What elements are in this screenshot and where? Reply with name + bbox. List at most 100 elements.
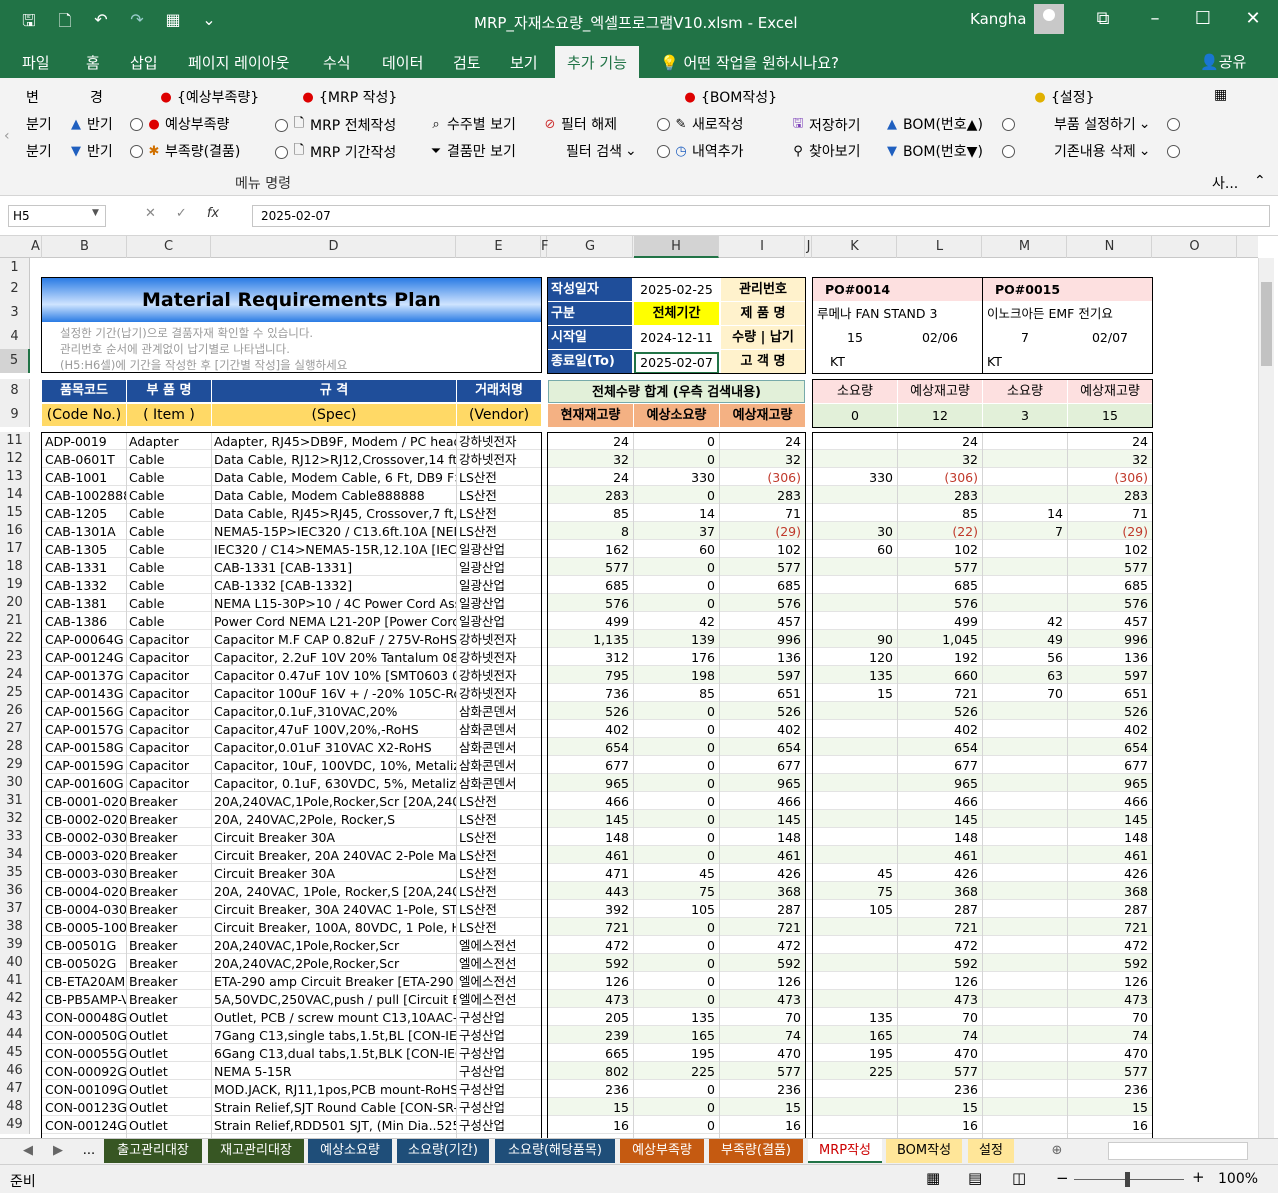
row-header[interactable]: 40: [0, 954, 30, 972]
row-header[interactable]: 4: [0, 325, 30, 349]
row-header[interactable]: 47: [0, 1080, 30, 1098]
zoom-slider-thumb[interactable]: [1125, 1172, 1130, 1187]
form-icon[interactable]: ▦: [162, 10, 184, 37]
next-sheet-icon[interactable]: ▶: [48, 1139, 68, 1163]
part-setting-button[interactable]: 부품 설정하기 ⌄: [1054, 114, 1181, 134]
missing-only-button[interactable]: ⏷ 결품만 보기: [428, 141, 516, 161]
minimize-icon[interactable]: –: [1140, 8, 1170, 29]
save-icon[interactable]: 🖫: [18, 10, 40, 37]
zoom-in-icon[interactable]: +: [1192, 1168, 1205, 1186]
worksheet-grid[interactable]: ABCDEFGHIJKLMNO 1 2 3 4 5 8 9 11 12 13 14 15 16 17 18 1…: [0, 236, 1278, 1138]
half-up-button[interactable]: ▲ 반기: [68, 114, 113, 134]
page-break-view-icon[interactable]: ◫: [1012, 1169, 1026, 1187]
row-header[interactable]: 46: [0, 1062, 30, 1080]
column-header[interactable]: M: [983, 236, 1067, 258]
row-header[interactable]: 8: [0, 379, 30, 403]
row-header[interactable]: 38: [0, 918, 30, 936]
tab-insert[interactable]: 삽입: [130, 52, 158, 73]
row-header[interactable]: 39: [0, 936, 30, 954]
sheet-tab[interactable]: 재고관리대장: [208, 1139, 304, 1163]
enter-icon[interactable]: ✓: [176, 206, 187, 221]
shortage-button[interactable]: ● 예상부족량: [130, 114, 229, 134]
find-button[interactable]: ⚲ 찾아보기: [790, 141, 860, 161]
mrp-full-button[interactable]: 🗋 MRP 전체작성: [275, 114, 396, 136]
row-header[interactable]: 15: [0, 504, 30, 522]
column-header[interactable]: F: [541, 236, 548, 258]
row-header[interactable]: 27: [0, 720, 30, 738]
row-header[interactable]: 11: [0, 432, 30, 450]
row-header[interactable]: 13: [0, 468, 30, 486]
prev-sheet-icon[interactable]: ◀: [18, 1139, 38, 1163]
row-header[interactable]: 32: [0, 810, 30, 828]
scroll-thumb[interactable]: [1261, 282, 1272, 366]
undo-icon[interactable]: ↶: [90, 10, 112, 37]
scroll-left-icon[interactable]: ‹: [4, 128, 10, 144]
row-header[interactable]: 21: [0, 612, 30, 630]
sheet-tab[interactable]: ...: [78, 1139, 100, 1163]
order-view-button[interactable]: ⌕ 수주별 보기: [428, 114, 516, 134]
row-header[interactable]: 37: [0, 900, 30, 918]
column-header[interactable]: D: [212, 236, 456, 258]
tab-data[interactable]: 데이터: [382, 52, 423, 73]
half-down-button[interactable]: ▼ 반기: [68, 141, 113, 161]
row-header[interactable]: 5: [0, 349, 30, 373]
tab-addins[interactable]: 추가 기능: [555, 46, 639, 78]
row-header[interactable]: 22: [0, 630, 30, 648]
filter-clear-button[interactable]: ⊘ 필터 해제: [542, 114, 617, 134]
vertical-scrollbar[interactable]: [1258, 258, 1274, 1138]
horizontal-scrollbar[interactable]: [1108, 1142, 1248, 1160]
column-header[interactable]: A: [30, 236, 42, 258]
tab-file[interactable]: 파일: [22, 52, 50, 73]
row-header[interactable]: 29: [0, 756, 30, 774]
redo-icon[interactable]: ↷: [126, 10, 148, 37]
column-header[interactable]: I: [720, 236, 805, 258]
tab-page-layout[interactable]: 페이지 레이아웃: [188, 52, 289, 73]
row-header[interactable]: 25: [0, 684, 30, 702]
filter-search-button[interactable]: 필터 검색 ⌄: [566, 141, 637, 161]
row-header[interactable]: 14: [0, 486, 30, 504]
maximize-icon[interactable]: ☐: [1188, 8, 1218, 29]
user-name[interactable]: Kangha: [970, 10, 1027, 28]
column-header[interactable]: G: [548, 236, 633, 258]
row-header[interactable]: 41: [0, 972, 30, 990]
zoom-out-icon[interactable]: −: [1056, 1169, 1069, 1187]
quarter-up-button[interactable]: 분기: [26, 114, 52, 134]
row-header[interactable]: 3: [0, 301, 30, 325]
row-header[interactable]: 45: [0, 1044, 30, 1062]
row-header[interactable]: 43: [0, 1008, 30, 1026]
sheet-tab[interactable]: BOM작성: [886, 1139, 962, 1163]
row-header[interactable]: 31: [0, 792, 30, 810]
row-header[interactable]: 30: [0, 774, 30, 792]
share-button[interactable]: 👤공유: [1200, 51, 1246, 72]
normal-view-icon[interactable]: ▦: [926, 1169, 940, 1187]
cancel-icon[interactable]: ✕: [145, 206, 156, 221]
row-header[interactable]: 44: [0, 1026, 30, 1044]
row-header[interactable]: 48: [0, 1098, 30, 1116]
row-header[interactable]: 33: [0, 828, 30, 846]
column-header[interactable]: E: [457, 236, 541, 258]
sheet-tab[interactable]: MRP작성: [808, 1139, 882, 1163]
row-header[interactable]: 42: [0, 990, 30, 1008]
print-preview-icon[interactable]: 🗋: [54, 10, 76, 37]
save-bom-button[interactable]: 🖫 저장하기: [790, 114, 860, 136]
tab-home[interactable]: 홈: [86, 52, 100, 73]
tab-view[interactable]: 보기: [510, 52, 538, 73]
column-header[interactable]: J: [806, 236, 812, 258]
grid-icon[interactable]: ▦: [1214, 87, 1227, 103]
add-history-button[interactable]: ◷ 내역추가: [657, 141, 744, 161]
column-header[interactable]: H: [634, 236, 719, 258]
mrp-period-button[interactable]: 🗋 MRP 기간작성: [275, 141, 396, 163]
sheet-tab[interactable]: 설정: [968, 1139, 1014, 1163]
new-bom-button[interactable]: ✎ 새로작성: [657, 114, 744, 134]
row-header[interactable]: 16: [0, 522, 30, 540]
row-header[interactable]: 34: [0, 846, 30, 864]
missing-button[interactable]: ✱ 부족량(결품): [130, 141, 240, 161]
ribbon-display-icon[interactable]: ⧉: [1088, 8, 1118, 29]
column-header[interactable]: B: [43, 236, 127, 258]
row-header[interactable]: 1: [0, 258, 30, 277]
collapse-ribbon-icon[interactable]: ⌃: [1254, 173, 1266, 189]
row-header[interactable]: 9: [0, 403, 30, 427]
row-header[interactable]: 28: [0, 738, 30, 756]
row-header[interactable]: 24: [0, 666, 30, 684]
row-header[interactable]: 12: [0, 450, 30, 468]
